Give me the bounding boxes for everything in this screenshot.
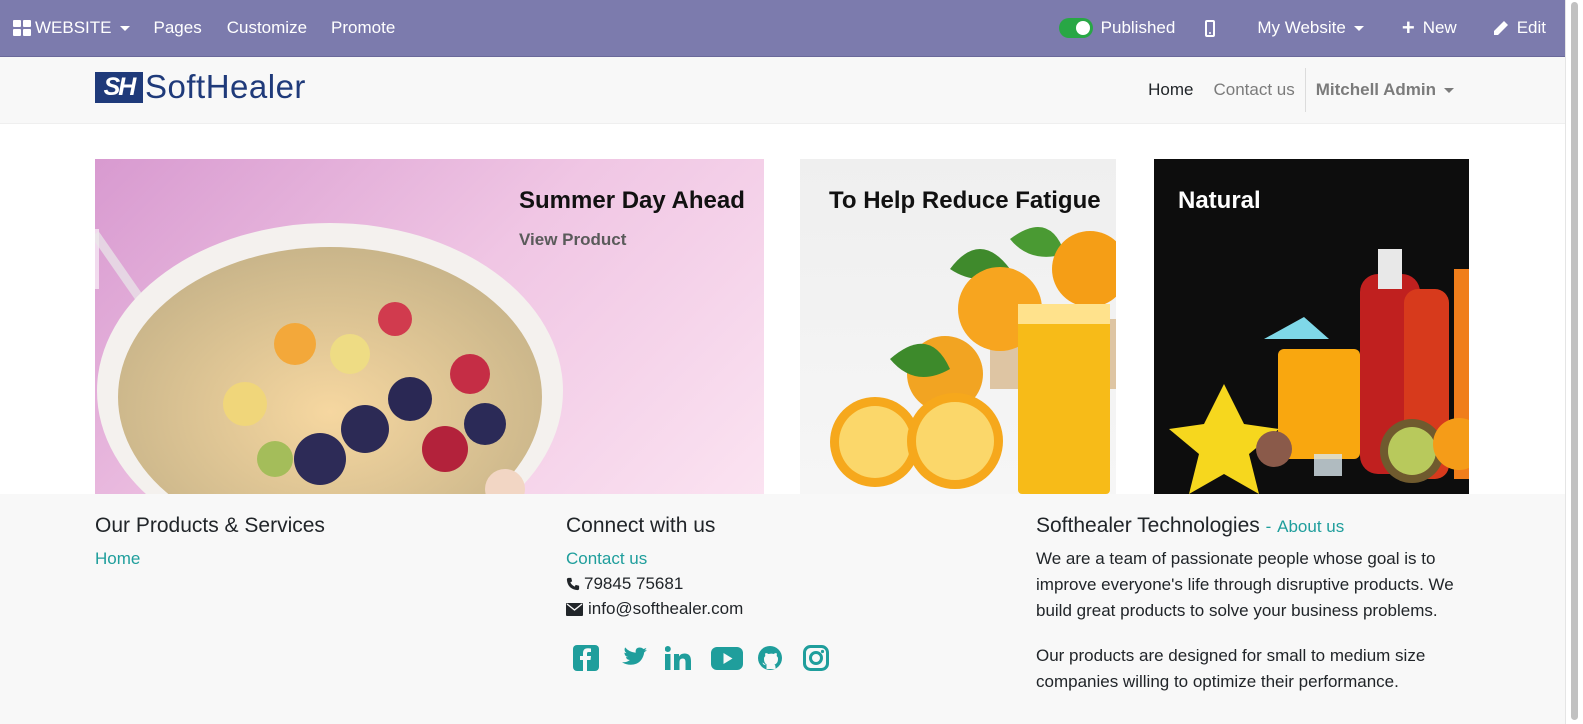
menu-customize[interactable]: Customize: [227, 0, 307, 56]
youtube-icon[interactable]: [711, 643, 757, 673]
footer-contact-link[interactable]: Contact us: [566, 549, 849, 569]
page-scrollbar[interactable]: [1565, 0, 1583, 724]
new-label: New: [1422, 18, 1457, 37]
card-title-summer: Summer Day Ahead: [519, 187, 745, 214]
logo-text: SoftHealer: [145, 68, 306, 105]
product-card-fatigue[interactable]: To Help Reduce Fatigue: [800, 159, 1116, 494]
card-title-fatigue: To Help Reduce Fatigue: [829, 187, 1101, 214]
my-website-label: My Website: [1257, 18, 1346, 37]
chevron-down-icon: [119, 25, 130, 31]
footer-products-title: Our Products & Services: [95, 514, 325, 537]
github-icon[interactable]: [757, 643, 803, 673]
scrollbar-thumb[interactable]: [1571, 2, 1578, 720]
new-button[interactable]: + New: [1402, 0, 1457, 56]
envelope-icon: [566, 602, 583, 616]
footer-email-text: info@softhealer.com: [588, 599, 744, 618]
edit-label: Edit: [1516, 18, 1546, 37]
product-card-natural[interactable]: Natural: [1154, 159, 1469, 494]
footer-products-column: Our Products & Services Home: [95, 514, 325, 569]
site-logo[interactable]: SH SoftHealer: [95, 68, 306, 106]
nav-home[interactable]: Home: [1138, 80, 1203, 100]
plus-icon: +: [1401, 15, 1415, 40]
my-website-dropdown[interactable]: My Website: [1257, 0, 1364, 56]
apps-icon: [13, 20, 31, 36]
menu-pages[interactable]: Pages: [154, 0, 202, 56]
edit-button[interactable]: Edit: [1493, 0, 1546, 56]
chevron-down-icon: [1353, 25, 1364, 31]
footer-connect-column: Connect with us Contact us 79845 75681 i…: [566, 514, 849, 673]
social-links: [573, 643, 849, 673]
menu-promote[interactable]: Promote: [331, 0, 395, 56]
published-toggle[interactable]: Published: [1058, 0, 1176, 56]
footer-about-link[interactable]: About us: [1277, 517, 1344, 536]
chevron-down-icon: [1444, 87, 1454, 93]
footer-phone: 79845 75681: [566, 574, 849, 594]
user-name: Mitchell Admin: [1315, 80, 1436, 99]
footer-connect-title: Connect with us: [566, 514, 716, 537]
footer-email[interactable]: info@softhealer.com: [566, 599, 849, 619]
product-card-summer[interactable]: Summer Day Ahead View Product: [95, 159, 764, 494]
published-label: Published: [1100, 18, 1176, 37]
footer-about-column: Softhealer Technologies - About us We ar…: [1036, 514, 1466, 695]
twitter-icon[interactable]: [619, 643, 665, 673]
instagram-icon[interactable]: [803, 643, 849, 673]
mobile-preview-button[interactable]: [1205, 0, 1216, 56]
footer-company-title: Softhealer Technologies: [1036, 514, 1260, 537]
footer-title-separator: -: [1265, 517, 1272, 536]
logo-mark: SH: [95, 71, 143, 103]
site-footer: Our Products & Services Home Connect wit…: [0, 494, 1566, 724]
user-menu-dropdown[interactable]: Mitchell Admin: [1306, 80, 1454, 100]
card-title-natural: Natural: [1178, 187, 1261, 214]
pencil-icon: [1493, 21, 1508, 35]
main-nav: Home Contact us Mitchell Admin: [1138, 57, 1454, 123]
linkedin-icon[interactable]: [665, 643, 711, 673]
website-menu-label: WEBSITE: [35, 18, 112, 37]
nav-contact-us[interactable]: Contact us: [1203, 80, 1304, 100]
footer-phone-text: 79845 75681: [584, 574, 684, 593]
footer-home-link[interactable]: Home: [95, 549, 325, 569]
toggle-switch-icon: [1058, 18, 1093, 38]
facebook-icon[interactable]: [573, 643, 619, 673]
footer-about-heading: Softhealer Technologies - About us: [1036, 514, 1466, 538]
website-menu-button[interactable]: WEBSITE: [0, 0, 130, 56]
footer-about-paragraph-2: Our products are designed for small to m…: [1036, 646, 1426, 691]
footer-about-paragraph-1: We are a team of passionate people whose…: [1036, 549, 1454, 620]
mobile-phone-icon: [1205, 19, 1216, 37]
admin-top-bar: WEBSITE Pages Customize Promote Publishe…: [0, 0, 1566, 57]
site-header: SH SoftHealer Home Contact us Mitchell A…: [0, 57, 1566, 124]
view-product-link[interactable]: View Product: [519, 230, 626, 250]
phone-icon: [566, 577, 580, 591]
